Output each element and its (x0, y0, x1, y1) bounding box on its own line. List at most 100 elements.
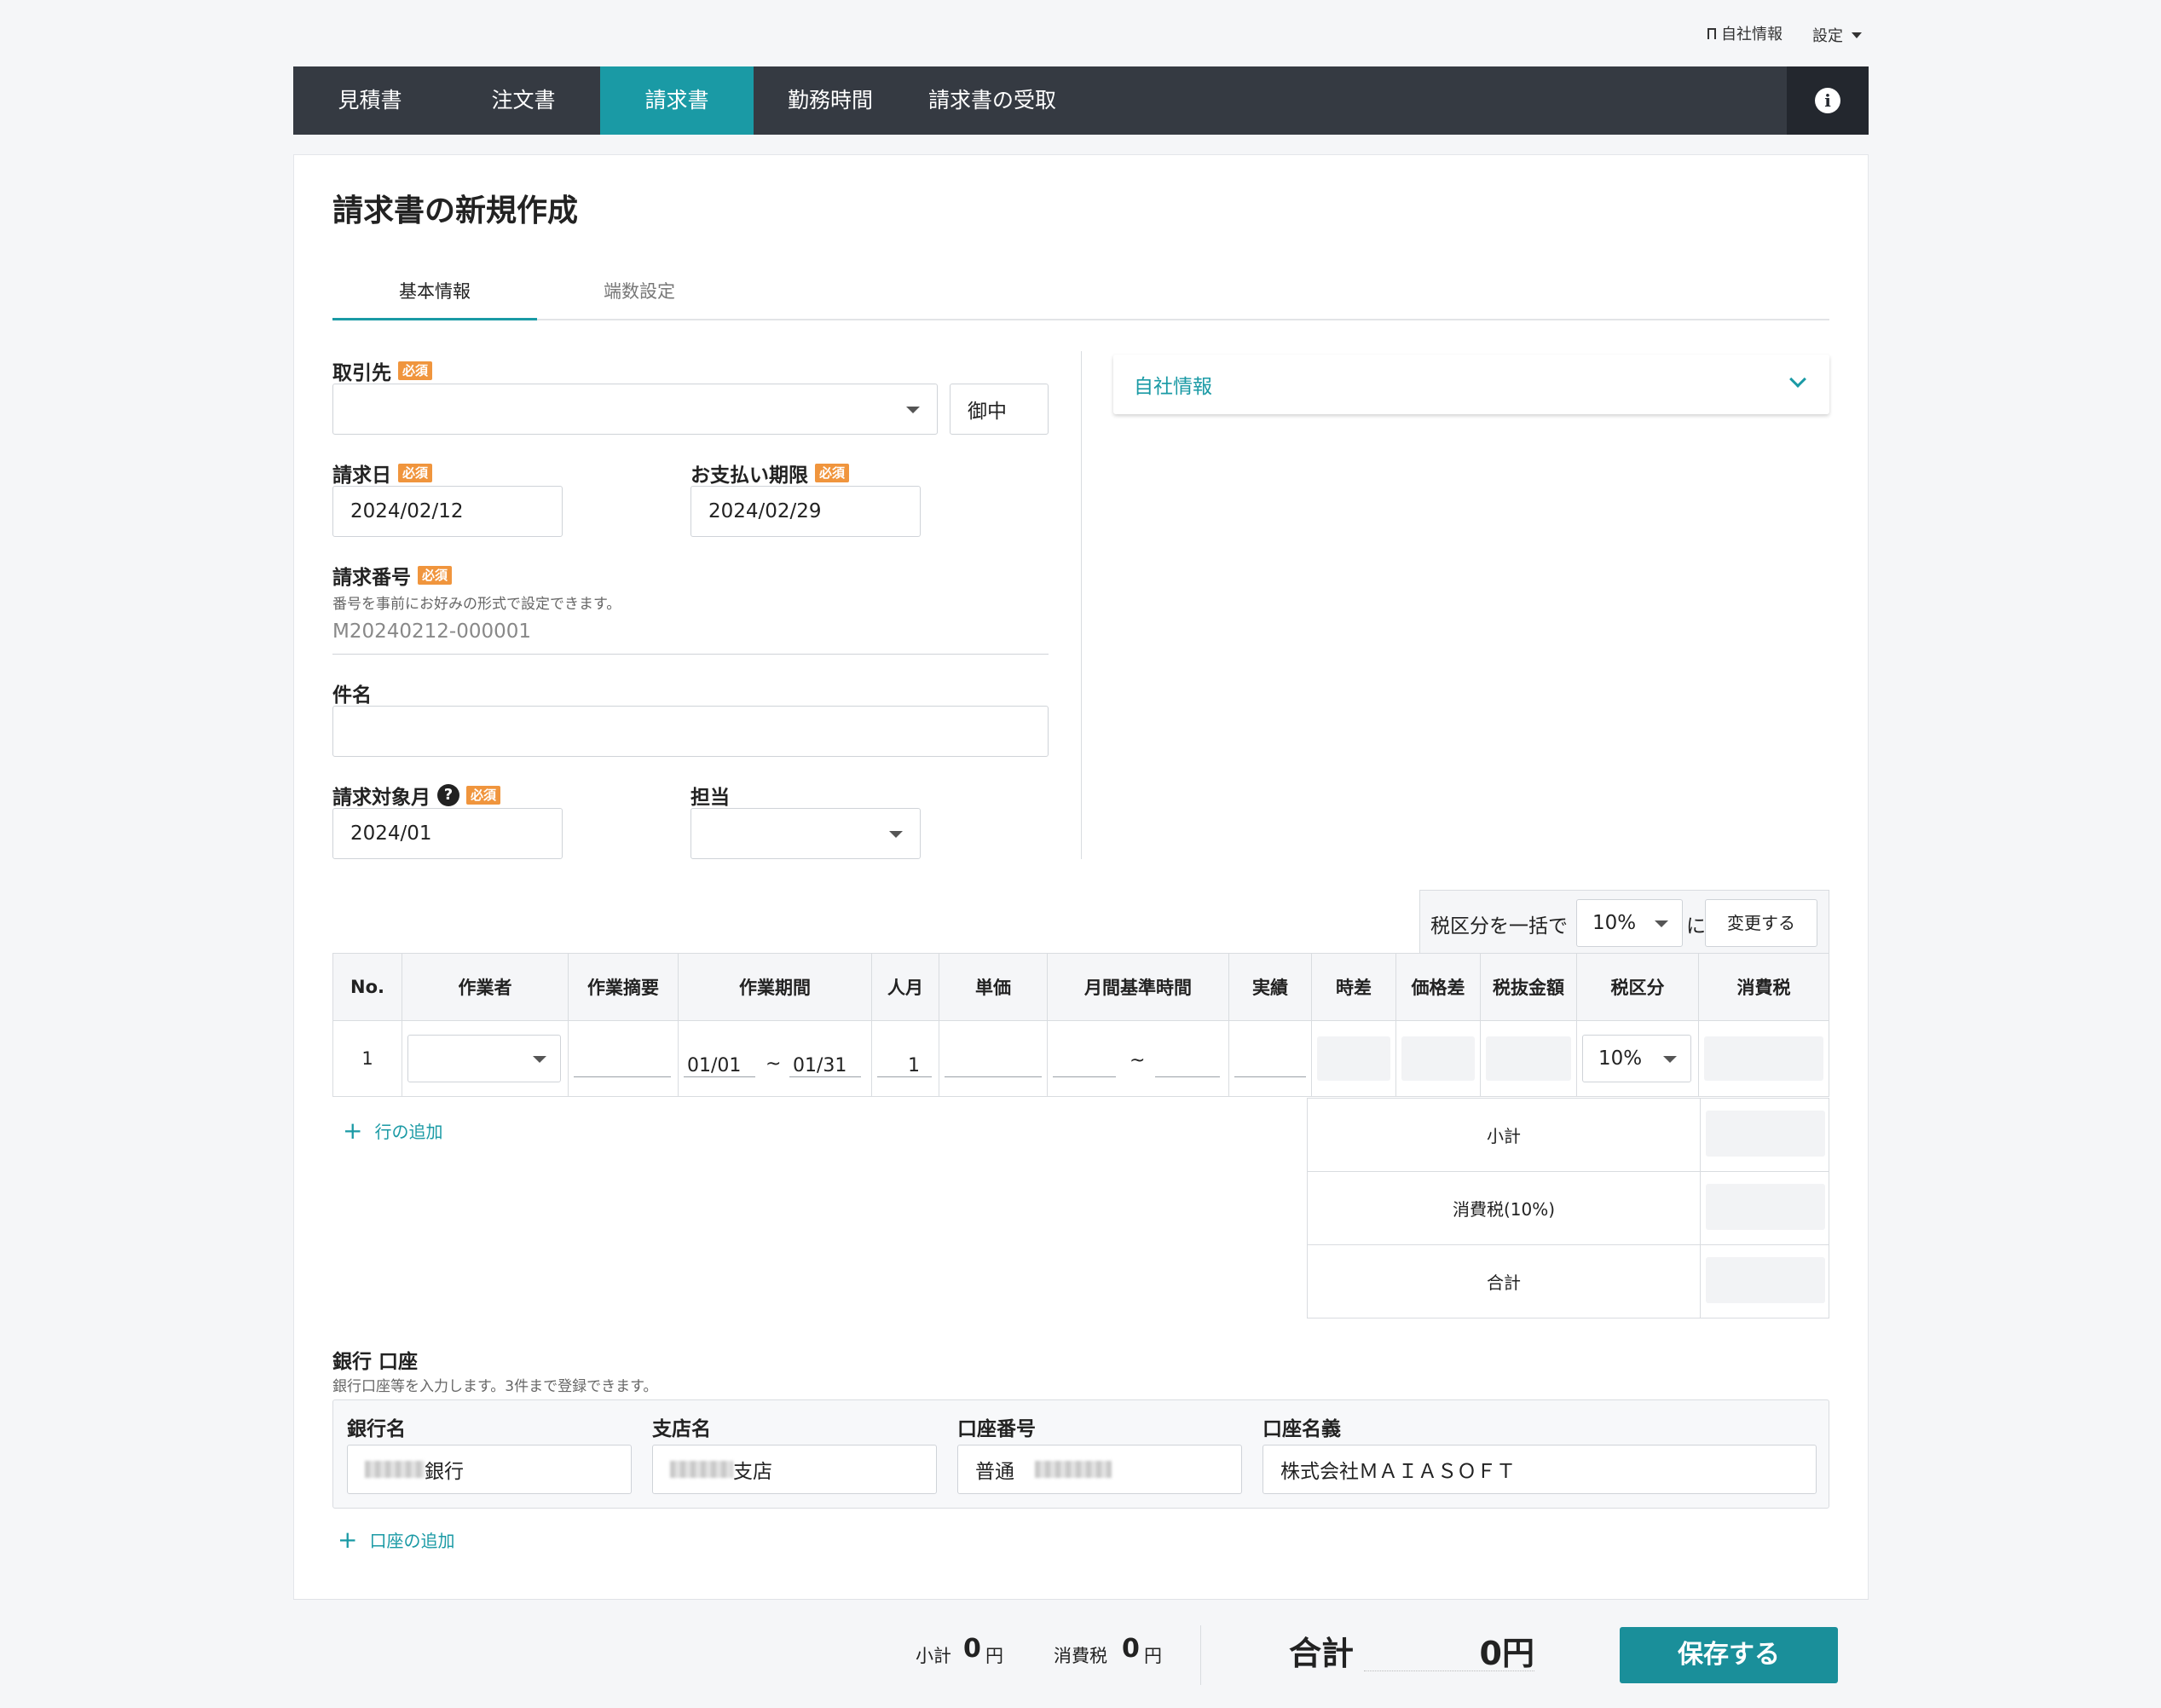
subject-label: 件名 (332, 684, 372, 707)
nav-invoices[interactable]: 請求書 (600, 66, 754, 135)
branch-name-input[interactable]: 支店 (652, 1445, 937, 1494)
nav-quotes[interactable]: 見積書 (293, 66, 447, 135)
subtotal-value (1706, 1111, 1825, 1157)
masked-text (1035, 1461, 1112, 1478)
col-time-diff: 時差 (1311, 953, 1396, 1021)
col-work-period: 作業期間 (678, 953, 872, 1021)
change-tax-button[interactable]: 変更する (1705, 899, 1817, 947)
time-diff-value (1317, 1036, 1390, 1081)
invoice-date-input[interactable]: 2024/02/12 (332, 486, 563, 537)
due-date-label: お支払い期限 必須 (690, 459, 850, 488)
tax-bulk-select[interactable]: 10% (1576, 899, 1683, 947)
due-date-input[interactable]: 2024/02/29 (690, 486, 921, 537)
footer-total-value: 0円 (1364, 1627, 1534, 1672)
base-hours-from-input[interactable] (1053, 1048, 1116, 1077)
column-divider (1081, 351, 1082, 859)
period-to-input[interactable]: 01/31 (789, 1048, 861, 1077)
branch-name-label: 支店名 (652, 1418, 711, 1440)
row-number: 1 (332, 1020, 402, 1097)
bank-section-help: 銀行口座等を入力します。3件まで登録できます。 (332, 1378, 658, 1395)
tax-value (1706, 1184, 1825, 1230)
tab-active-indicator (332, 318, 537, 320)
account-holder-input[interactable]: 株式会社ＭＡＩＡＳＯＦＴ (1263, 1445, 1817, 1494)
tab-divider (332, 319, 1829, 320)
invoice-number-input[interactable]: M20240212-000001 (332, 620, 1049, 655)
help-icon[interactable]: ? (437, 784, 459, 806)
summary-row: 合計 (1307, 1244, 1829, 1319)
company-info-link[interactable]: 自社情報 (1707, 22, 1783, 44)
col-price-diff: 価格差 (1395, 953, 1481, 1021)
caret-down-icon (889, 831, 903, 838)
col-tax-class: 税区分 (1576, 953, 1699, 1021)
required-badge: 必須 (398, 464, 433, 482)
invoice-number-help: 番号を事前にお好みの形式で設定できます。 (332, 596, 621, 613)
required-badge: 必須 (466, 786, 501, 805)
worker-select[interactable] (407, 1035, 561, 1082)
honorific-field[interactable]: 御中 (950, 384, 1049, 435)
account-number-input[interactable]: 普通 (957, 1445, 1242, 1494)
save-button[interactable]: 保存する (1620, 1627, 1838, 1683)
period-from-input[interactable]: 01/01 (684, 1048, 755, 1077)
work-summary-input[interactable] (574, 1048, 671, 1077)
subject-input[interactable] (332, 706, 1049, 757)
table-row: 1 01/01 ~ 01/31 1 ~ 10% (332, 1020, 1829, 1097)
total-value (1706, 1257, 1825, 1303)
items-table: No. 作業者 作業摘要 作業期間 人月 単価 月間基準時間 実績 時差 価格差… (332, 953, 1829, 1097)
man-month-input[interactable]: 1 (877, 1048, 932, 1077)
client-label: 取引先 必須 (332, 356, 433, 385)
consumption-tax-value (1704, 1036, 1823, 1081)
caret-down-icon (533, 1056, 546, 1063)
plus-icon: + (343, 1117, 363, 1145)
footer-subtotal-value: 0 (963, 1634, 981, 1664)
footer-tax-unit: 円 (1144, 1646, 1162, 1666)
person-in-charge-select[interactable] (690, 808, 921, 859)
footer-bar: 小計 0 円 消費税 0 円 合計 0円 保存する (293, 1599, 1869, 1708)
bank-name-input[interactable]: 銀行 (347, 1445, 632, 1494)
nav-received-invoices[interactable]: 請求書の受取 (907, 66, 1078, 135)
chevron-down-icon (1789, 371, 1806, 388)
summary-row: 小計 (1307, 1098, 1829, 1172)
info-button[interactable]: i (1787, 66, 1869, 135)
base-hours-tilde: ~ (1130, 1050, 1146, 1071)
base-hours-to-input[interactable] (1155, 1048, 1220, 1077)
amount-excl-tax-value (1486, 1036, 1571, 1081)
unit-price-input[interactable] (945, 1048, 1042, 1077)
tab-basic-info[interactable]: 基本情報 (332, 278, 537, 303)
tab-rounding-settings[interactable]: 端数設定 (537, 278, 742, 303)
col-no: No. (332, 953, 402, 1021)
caret-down-icon (1852, 32, 1862, 38)
tax-bulk-suffix: に (1686, 915, 1706, 938)
bookmark-icon (1707, 27, 1716, 39)
footer-subtotal-label: 小計 (916, 1646, 951, 1666)
nav-work-hours[interactable]: 勤務時間 (754, 66, 907, 135)
subtotal-label: 小計 (1307, 1098, 1701, 1172)
settings-dropdown[interactable]: 設定 (1812, 24, 1862, 46)
add-bank-account-button[interactable]: + 口座の追加 (338, 1526, 454, 1554)
col-man-month: 人月 (871, 953, 939, 1021)
footer-tax-value: 0 (1122, 1634, 1140, 1664)
invoice-number-label: 請求番号 必須 (332, 561, 453, 590)
period-tilde: ~ (766, 1053, 782, 1075)
total-label: 合計 (1307, 1244, 1701, 1319)
bank-section-title: 銀行 口座 (332, 1351, 419, 1373)
main-nav: 見積書 注文書 請求書 勤務時間 請求書の受取 i (293, 66, 1869, 135)
actual-input[interactable] (1234, 1048, 1306, 1077)
invoice-date-label: 請求日 必須 (332, 459, 433, 488)
target-month-label: 請求対象月 ? 必須 (332, 781, 501, 810)
info-icon: i (1815, 88, 1840, 113)
bank-name-label: 銀行名 (347, 1418, 406, 1440)
masked-text (365, 1461, 425, 1478)
summary-row: 消費税(10%) (1307, 1171, 1829, 1245)
client-select[interactable] (332, 384, 938, 435)
target-month-input[interactable]: 2024/01 (332, 808, 563, 859)
nav-orders[interactable]: 注文書 (447, 66, 600, 135)
company-info-panel[interactable]: 自社情報 (1113, 355, 1829, 414)
required-badge: 必須 (815, 464, 850, 482)
tax-class-select[interactable]: 10% (1582, 1035, 1691, 1082)
col-consumption-tax: 消費税 (1698, 953, 1829, 1021)
add-row-button[interactable]: + 行の追加 (343, 1117, 442, 1145)
tax-label: 消費税(10%) (1307, 1171, 1701, 1245)
person-in-charge-label: 担当 (690, 787, 730, 809)
col-actual: 実績 (1228, 953, 1312, 1021)
tax-bulk-prefix: 税区分を一括で (1430, 915, 1568, 938)
